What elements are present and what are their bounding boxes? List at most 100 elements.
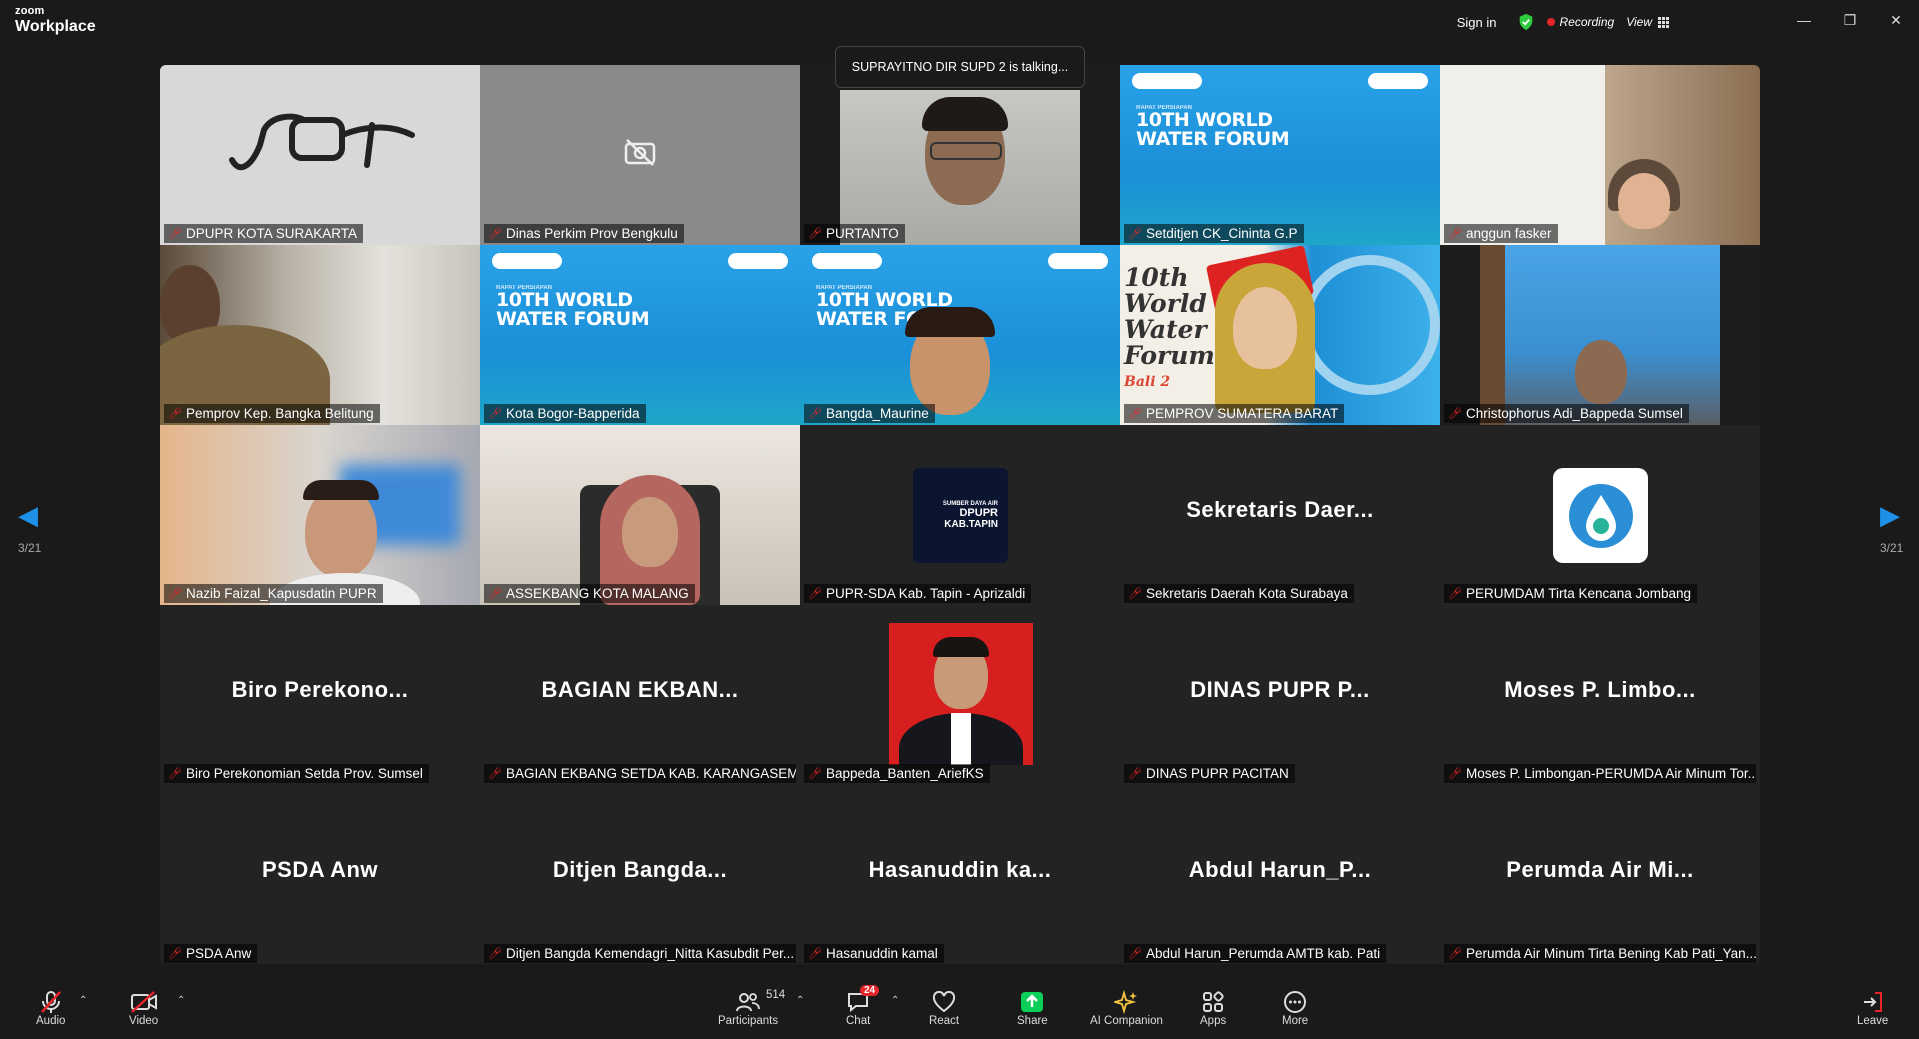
more-button[interactable]: More [1282,989,1308,1027]
video-tile[interactable]: Biro Perekono... 🎤︎ Biro Perekonomian Set… [160,605,480,785]
participant-name: 🎤︎ PUPR-SDA Kab. Tapin - Aprizaldi [804,584,1032,603]
participant-label: Hasanuddin kamal [825,946,938,961]
mic-muted-icon: 🎤︎ [1448,768,1462,780]
recording-indicator[interactable]: Recording [1546,15,1614,29]
video-tile[interactable]: 🎤︎ PERUMDAM Tirta Kencana Jombang [1440,425,1760,605]
participant-name: 🎤︎ Nazib Faizal_Kapusdatin PUPR [164,584,383,603]
share-button[interactable]: Share [1017,989,1048,1027]
participant-label: Pemprov Kep. Bangka Belitung [185,406,374,421]
video-tile[interactable]: Abdul Harun_P... 🎤︎ Abdul Harun_Perumda A… [1120,785,1440,964]
participant-label: DINAS PUPR PACITAN [1145,766,1289,781]
slide-logo [1048,253,1108,269]
prev-page-icon[interactable]: ◀ [18,500,38,531]
participant-label: PSDA Anw [185,946,252,961]
participant-count: 514 [766,989,786,1001]
video-tile[interactable]: 🎤︎ Nazib Faizal_Kapusdatin PUPR [160,425,480,605]
video-tile[interactable]: 🎤︎ PURTANTO [800,65,1120,245]
participants-options-chevron-icon[interactable]: ⌃ [796,995,804,1006]
sparkle-icon [1114,990,1138,1014]
video-tile[interactable]: DINAS PUPR P... 🎤︎ DINAS PUPR PACITAN [1120,605,1440,785]
participants-button[interactable]: Participants 514 [718,989,785,1027]
sign-in-button[interactable]: Sign in [1449,13,1505,32]
participant-display-name: Ditjen Bangda... [552,857,728,882]
video-tile[interactable]: SUMBER DAYA AIR DPUPR KAB.TAPIN 🎤︎ PUPR-S… [800,425,1120,605]
participant-label: ASSEKBANG KOTA MALANG [505,586,689,601]
participant-name: 🎤︎ Biro Perekonomian Setda Prov. Sumsel [164,764,429,783]
participant-name: 🎤︎ Moses P. Limbongan-PERUMDA Air Minum T… [1444,764,1756,783]
participant-label: Abdul Harun_Perumda AMTB kab. Pati [1145,946,1381,961]
video-tile[interactable]: 🎤︎ DPUPR KOTA SURAKARTA [160,65,480,245]
participant-label: anggun fasker [1465,226,1552,241]
shield-check-icon[interactable] [1517,13,1535,31]
audio-options-chevron-icon[interactable]: ⌃ [79,995,87,1006]
leave-label: Leave [1857,1015,1889,1027]
audio-button[interactable]: Audio [36,989,65,1027]
video-tile[interactable]: PSDA Anw 🎤︎ PSDA Anw [160,785,480,964]
react-button[interactable]: React [929,989,959,1027]
video-tile[interactable]: 10th World Water Forum Bali 2 🎤︎ PEMPROV SUMA… [1120,245,1440,425]
mic-muted-icon: 🎤︎ [168,768,182,780]
grid-icon [1658,16,1669,28]
mic-muted-icon: 🎤︎ [488,588,502,600]
participant-name: 🎤︎ PEMPROV SUMATERA BARAT [1124,404,1345,423]
wwf-backdrop-text: 10th World Water Forum Bali 2 [1124,263,1215,391]
participant-label: BAGIAN EKBANG SETDA KAB. KARANGASEM [505,766,796,781]
title-bar: zoom Workplace Sign in Recording View — … [0,0,1919,44]
heart-icon [932,991,956,1013]
video-tile[interactable]: 🎤︎ Pemprov Kep. Bangka Belitung [160,245,480,425]
video-tile[interactable]: 🎤︎ Bappeda_Banten_AriefKS [800,605,1120,785]
participant-name: 🎤︎ DINAS PUPR PACITAN [1124,764,1295,783]
chat-button[interactable]: Chat 24 [846,985,880,1027]
participant-label: Bangda_Maurine [825,406,929,421]
mic-muted-icon: 🎤︎ [1448,228,1462,240]
slide-title: RAPAT PERSIAPAN 10TH WORLD WATER FORUM [496,285,650,330]
participant-name: 🎤︎ PSDA Anw [164,944,258,963]
video-tile[interactable]: 🎤︎ Dinas Perkim Prov Bengkulu [480,65,800,245]
participant-label: Ditjen Bangda Kemendagri_Nitta Kasubdit … [505,946,795,961]
participant-label: PUPR-SDA Kab. Tapin - Aprizaldi [825,586,1026,601]
video-tile[interactable]: BAGIAN EKBAN... 🎤︎ BAGIAN EKBANG SETDA KA… [480,605,800,785]
participant-label: Kota Bogor-Bapperida [505,406,640,421]
person-face [1575,340,1627,404]
video-tile[interactable]: RAPAT PERSIAPAN 10TH WORLD WATER FORUM 🎤︎ S… [1120,65,1440,245]
participant-label: Bappeda_Banten_AriefKS [825,766,984,781]
camera-off-icon [130,991,157,1013]
video-tile[interactable]: 🎤︎ anggun fasker [1440,65,1760,245]
minimize-icon[interactable]: — [1781,0,1827,40]
ai-companion-button[interactable]: AI Companion [1090,989,1163,1027]
video-tile[interactable]: Perumda Air Mi... 🎤︎ Perumda Air Minum Ti… [1440,785,1760,964]
meeting-toolbar: Audio ⌃ Video ⌃ Participants 514 ⌃ Chat … [0,981,1919,1039]
video-tile[interactable]: Sekretaris Daer... 🎤︎ Sekretaris Daerah K… [1120,425,1440,605]
video-tile[interactable]: RAPAT PERSIAPAN 10TH WORLD WATER FORUM 🎤︎ K… [480,245,800,425]
page-indicator-left: 3/21 [18,541,42,555]
mic-muted-icon: 🎤︎ [168,408,182,420]
mic-muted-icon: 🎤︎ [1448,588,1462,600]
video-button[interactable]: Video [129,989,158,1027]
chat-options-chevron-icon[interactable]: ⌃ [891,995,899,1006]
participant-display-name: Moses P. Limbo... [1504,677,1696,702]
gallery-grid: 🎤︎ DPUPR KOTA SURAKARTA 🎤︎ Dinas Perkim Pr… [160,65,1760,964]
close-icon[interactable]: ✕ [1873,0,1919,40]
video-options-chevron-icon[interactable]: ⌃ [177,995,185,1006]
person-hair [303,480,379,500]
leave-button[interactable]: Leave [1857,989,1888,1027]
restore-icon[interactable]: ❐ [1827,0,1873,40]
share-screen-icon [1021,992,1044,1012]
video-tile[interactable]: Hasanuddin ka... 🎤︎ Hasanuddin kamal [800,785,1120,964]
video-tile[interactable]: Ditjen Bangda... 🎤︎ Ditjen Bangda Kemenda… [480,785,800,964]
video-tile[interactable]: Moses P. Limbo... 🎤︎ Moses P. Limbongan-P… [1440,605,1760,785]
participant-display-name: PSDA Anw [261,857,379,882]
more-icon [1284,991,1307,1013]
slide-logo [492,253,562,269]
next-page-icon[interactable]: ▶ [1880,500,1900,531]
video-tile[interactable]: 🎤︎ ASSEKBANG KOTA MALANG [480,425,800,605]
apps-button[interactable]: Apps [1200,989,1226,1027]
person-face [1233,287,1297,369]
participant-name: 🎤︎ Bappeda_Banten_AriefKS [804,764,990,783]
profile-photo [889,623,1033,765]
participant-name: 🎤︎ Sekretaris Daerah Kota Surabaya [1124,584,1354,603]
video-tile[interactable]: 🎤︎ Christophorus Adi_Bappeda Sumsel [1440,245,1760,425]
share-label: Share [1017,1015,1048,1027]
video-tile[interactable]: RAPAT PERSIAPAN 10TH WORLD WATER FORUM 🎤︎ B… [800,245,1120,425]
view-button[interactable]: View [1626,15,1669,29]
